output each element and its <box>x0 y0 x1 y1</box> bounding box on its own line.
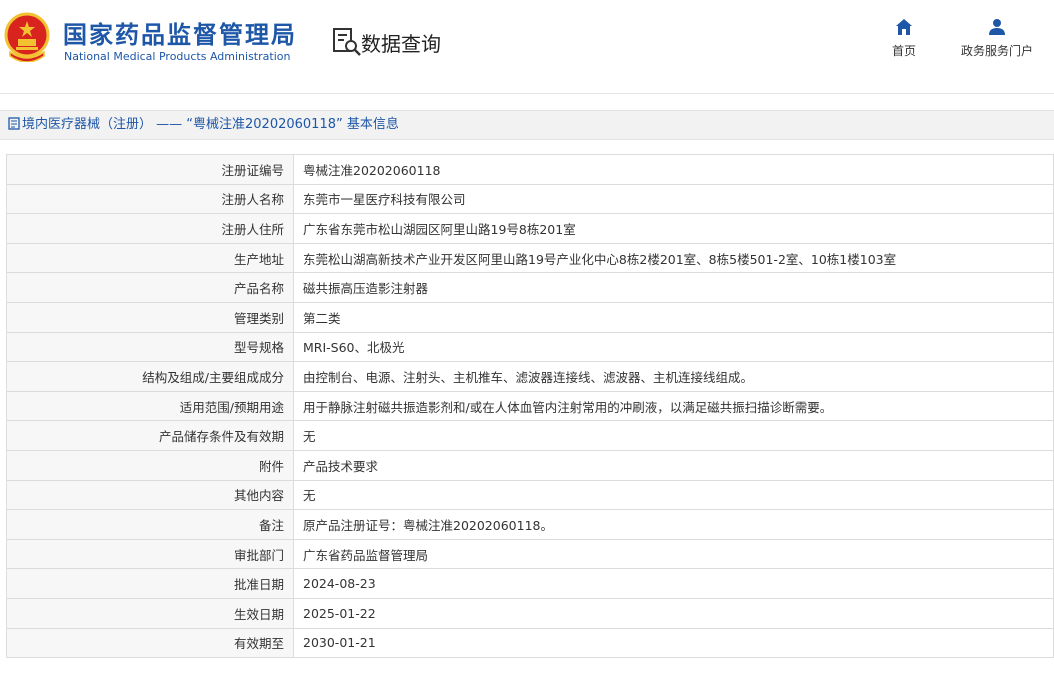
site-header: 国家药品监督管理局 National Medical Products Admi… <box>0 0 1054 94</box>
table-row: 有效期至 2030-01-21 <box>6 627 1054 659</box>
table-row: 结构及组成/主要组成成分 由控制台、电源、注射头、主机推车、滤波器连接线、滤波器、… <box>6 361 1054 392</box>
table-row: 生效日期 2025-01-22 <box>6 597 1054 629</box>
table-row: 备注 原产品注册证号：粤械注准20202060118。 <box>6 509 1054 540</box>
site-logo-title[interactable]: 国家药品监督管理局 <box>63 15 297 50</box>
field-label: 批准日期 <box>6 568 294 599</box>
field-value: 2025-01-22 <box>293 597 1054 629</box>
table-row: 注册人住所 广东省东莞市松山湖园区阿里山路19号8栋201室 <box>6 213 1054 244</box>
field-value: 2030-01-21 <box>293 627 1054 659</box>
nav-portal-label: 政务服务门户 <box>960 44 1033 58</box>
table-row: 产品储存条件及有效期无 <box>6 420 1054 451</box>
field-label: 注册人住所 <box>6 213 294 244</box>
table-row: 审批部门 广东省药品监督管理局 <box>6 538 1054 570</box>
field-value: 2024-08-23 <box>293 568 1054 599</box>
field-value: 第二类 <box>293 301 1054 333</box>
field-value: 由控制台、电源、注射头、主机推车、滤波器连接线、滤波器、主机连接线组成。 <box>293 361 1054 392</box>
data-query-title: 数据查询 <box>361 32 441 56</box>
field-label: 结构及组成/主要组成成分 <box>6 361 294 392</box>
field-value: 广东省东莞市松山湖园区阿里山路19号8栋201室 <box>293 213 1054 244</box>
field-value: 原产品注册证号：粤械注准20202060118。 <box>293 509 1054 540</box>
field-label: 有效期至 <box>6 627 294 659</box>
field-value: 广东省药品监督管理局 <box>293 538 1054 570</box>
table-row: 注册证编号 粤械注准20202060118 <box>6 154 1054 185</box>
table-row: 批准日期 2024-08-23 <box>6 568 1054 599</box>
breadcrumb: 境内医疗器械（注册） —— “粤械注准20202060118” 基本信息 <box>0 110 1054 140</box>
user-icon <box>989 19 1005 35</box>
field-value: MRI-S60、北极光 <box>293 331 1054 363</box>
field-value: 无 <box>293 420 1054 451</box>
nav-home-label: 首页 <box>891 44 916 58</box>
table-row: 生产地址 东莞松山湖高新技术产业开发区阿里山路19号产业化中心8栋2楼201室、8… <box>6 242 1054 274</box>
field-value: 用于静脉注射磁共振造影剂和/或在人体血管内注射常用的冲刷液，以满足磁共振扫描诊断… <box>293 390 1054 422</box>
nav-portal-link[interactable]: 政务服务门户 <box>952 18 1042 59</box>
field-label: 适用范围/预期用途 <box>6 390 294 422</box>
field-value: 磁共振高压造影注射器 <box>293 272 1054 303</box>
document-search-icon <box>333 28 361 56</box>
table-row: 产品名称 磁共振高压造影注射器 <box>6 272 1054 303</box>
field-label: 管理类别 <box>6 301 294 333</box>
field-value: 产品技术要求 <box>293 449 1054 481</box>
field-label: 生产地址 <box>6 242 294 274</box>
field-value: 粤械注准20202060118 <box>293 154 1054 185</box>
field-label: 备注 <box>6 509 294 540</box>
breadcrumb-text[interactable]: 境内医疗器械（注册） —— “粤械注准20202060118” 基本信息 <box>22 117 399 132</box>
table-row: 附件 产品技术要求 <box>6 449 1054 481</box>
field-value: 无 <box>293 479 1054 511</box>
field-label: 注册人名称 <box>6 183 294 215</box>
table-row: 适用范围/预期用途 用于静脉注射磁共振造影剂和/或在人体血管内注射常用的冲刷液，以… <box>6 390 1054 422</box>
table-row: 管理类别 第二类 <box>6 301 1054 333</box>
field-value: 东莞松山湖高新技术产业开发区阿里山路19号产业化中心8栋2楼201室、8栋5楼5… <box>293 242 1054 274</box>
field-label: 产品储存条件及有效期 <box>6 420 294 451</box>
table-row: 型号规格 MRI-S60、北极光 <box>6 331 1054 363</box>
field-label: 注册证编号 <box>6 154 294 185</box>
table-row: 其他内容无 <box>6 479 1054 511</box>
field-label: 产品名称 <box>6 272 294 303</box>
field-label: 型号规格 <box>6 331 294 363</box>
field-label: 生效日期 <box>6 597 294 629</box>
registration-info-table: 注册证编号 粤械注准20202060118 注册人名称 东莞市一星医疗科技有限公司 注册… <box>6 154 1054 659</box>
national-emblem-icon[interactable] <box>4 12 50 62</box>
home-icon <box>896 19 912 35</box>
field-label: 附件 <box>6 449 294 481</box>
field-label: 审批部门 <box>6 538 294 570</box>
field-label: 其他内容 <box>6 479 294 511</box>
table-row: 注册人名称 东莞市一星医疗科技有限公司 <box>6 183 1054 215</box>
document-icon <box>8 117 20 130</box>
nav-home-link[interactable]: 首页 <box>886 18 922 59</box>
field-value: 东莞市一星医疗科技有限公司 <box>293 183 1054 215</box>
site-logo-subtitle[interactable]: National Medical Products Administration <box>64 50 290 63</box>
